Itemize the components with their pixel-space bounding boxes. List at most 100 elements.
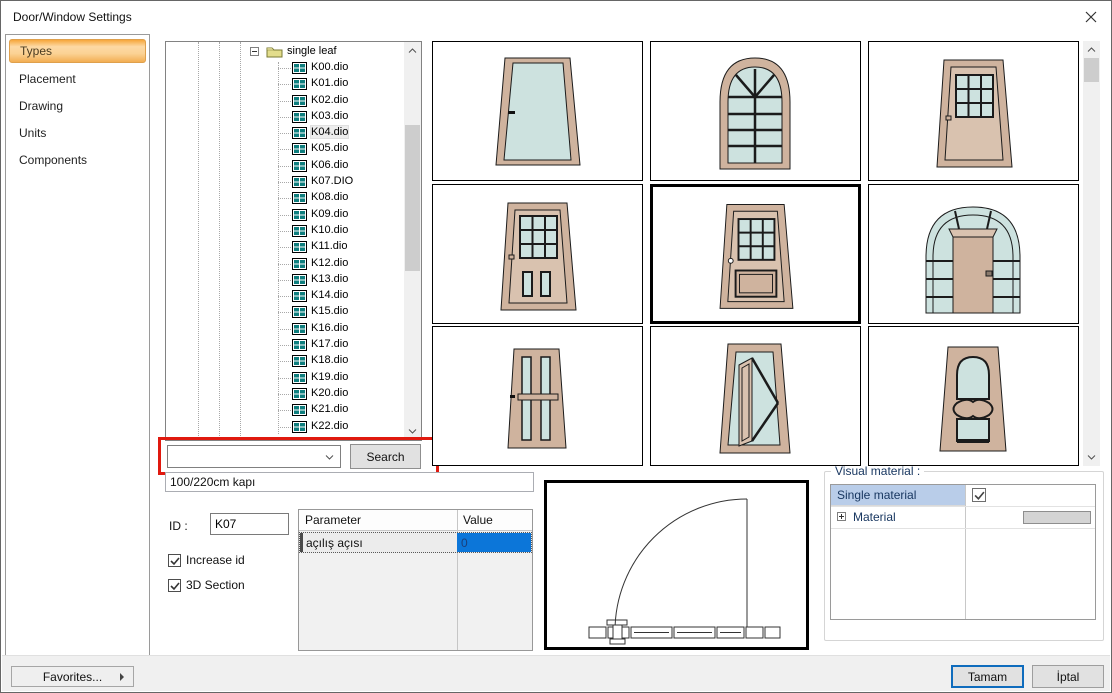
door-swing-plan-preview [544, 480, 809, 650]
dio-file-icon [292, 258, 307, 270]
sidebar-item-types[interactable]: Types [9, 39, 146, 63]
tree-connector [278, 101, 291, 102]
sidebar-item-drawing[interactable]: Drawing [6, 93, 149, 120]
sidebar-item-placement[interactable]: Placement [6, 66, 149, 93]
door-preview-cell-8[interactable] [868, 326, 1079, 466]
scroll-down-icon[interactable] [404, 423, 421, 440]
dialog-title: Door/Window Settings [13, 10, 132, 24]
tree-item[interactable]: K15.dio [166, 304, 404, 320]
nine-pane-door-bottom-panel [653, 187, 858, 321]
id-input[interactable] [210, 513, 289, 535]
tree-connector [278, 264, 291, 265]
dio-file-icon [292, 225, 307, 237]
increase-id-checkbox[interactable]: Increase id [168, 553, 245, 567]
tree-folder-label: single leaf [287, 45, 337, 57]
scrollbar-thumb[interactable] [1084, 58, 1099, 82]
dio-file-icon [292, 323, 307, 335]
checkbox-icon[interactable] [168, 579, 181, 592]
column-header-parameter: Parameter [305, 513, 361, 527]
sidebar-item-units[interactable]: Units [6, 120, 149, 147]
dio-file-icon [292, 241, 307, 253]
door-preview-cell-3[interactable] [432, 184, 643, 324]
scroll-up-icon[interactable] [1083, 41, 1100, 58]
tree-item[interactable]: K00.dio [166, 60, 404, 76]
dio-file-icon [292, 111, 307, 123]
tree-connector [278, 378, 291, 379]
door-preview-cell-2[interactable] [868, 41, 1079, 181]
tree-item[interactable]: K10.dio [166, 223, 404, 239]
checkbox-icon[interactable] [168, 554, 181, 567]
single-material-row[interactable]: Single material [831, 485, 965, 506]
door-preview-cell-5[interactable] [868, 184, 1079, 324]
tree-connector [278, 149, 291, 150]
tree-item[interactable]: K08.dio [166, 190, 404, 206]
dio-file-icon [292, 437, 307, 440]
tree-item[interactable]: K07.DIO [166, 174, 404, 190]
tree-folder-single-leaf[interactable]: single leaf [166, 44, 404, 60]
tree-item[interactable]: K02.dio [166, 93, 404, 109]
tree-connector [278, 247, 291, 248]
tree-connector [278, 329, 291, 330]
type-description: 100/220cm kapı [165, 472, 534, 492]
tree-item[interactable]: K19.dio [166, 370, 404, 386]
tree-item[interactable]: K03.dio [166, 109, 404, 125]
tree-item[interactable]: K06.dio [166, 158, 404, 174]
close-icon[interactable] [1081, 8, 1101, 26]
tree-item[interactable]: K01.dio [166, 76, 404, 92]
tree-item[interactable]: K18.dio [166, 353, 404, 369]
tree-item[interactable]: K16.dio [166, 321, 404, 337]
material-swatch-button[interactable] [1023, 511, 1091, 524]
tree-item[interactable]: K23.dio [166, 435, 404, 440]
door-preview-cell-1[interactable] [650, 41, 861, 181]
tree-item[interactable]: K05.dio [166, 141, 404, 157]
chevron-down-icon[interactable] [325, 455, 334, 460]
collapse-icon[interactable] [250, 47, 259, 56]
single-material-checkbox[interactable] [972, 488, 986, 502]
search-button[interactable]: Search [350, 444, 421, 469]
sidebar-item-components[interactable]: Components [6, 147, 149, 174]
door-swing-drawing [547, 483, 806, 647]
door-preview-cell-6[interactable] [432, 326, 643, 466]
3d-section-checkbox[interactable]: 3D Section [168, 578, 245, 592]
tree-item[interactable]: K22.dio [166, 419, 404, 435]
cancel-button[interactable]: İptal [1032, 665, 1104, 688]
favorites-button[interactable]: Favorites... [11, 666, 134, 687]
preview-scrollbar[interactable] [1083, 41, 1100, 466]
scroll-down-icon[interactable] [1083, 449, 1100, 466]
tree-item[interactable]: K20.dio [166, 386, 404, 402]
tree-item[interactable]: K12.dio [166, 256, 404, 272]
tree-item[interactable]: K17.dio [166, 337, 404, 353]
dio-file-icon [292, 388, 307, 400]
tree-item[interactable]: K09.dio [166, 207, 404, 223]
tree-connector [278, 166, 291, 167]
door-preview-cell-7[interactable] [650, 326, 861, 466]
scroll-up-icon[interactable] [404, 42, 421, 59]
dio-file-icon [292, 421, 307, 433]
material-row-label[interactable]: Material [853, 510, 896, 524]
scrollbar-thumb[interactable] [405, 125, 420, 271]
column-header-value: Value [463, 513, 493, 527]
ok-button[interactable]: Tamam [951, 665, 1024, 688]
door-preview-cell-4[interactable] [650, 184, 861, 324]
dio-file-icon [292, 95, 307, 107]
parameter-row[interactable]: açılış açısı 0 [299, 532, 532, 553]
dio-file-icon [292, 160, 307, 172]
parameter-value-cell[interactable]: 0 [457, 533, 531, 552]
arched-entry-with-sidelights [869, 185, 1078, 323]
tree-connector [278, 280, 291, 281]
tree-item[interactable]: K13.dio [166, 272, 404, 288]
dio-file-icon [292, 290, 307, 302]
visual-material-table: Single material Material [830, 484, 1096, 620]
tree-item[interactable]: K21.dio [166, 402, 404, 418]
arched-multi-pane-door [651, 42, 860, 180]
tree-item[interactable]: K11.dio [166, 239, 404, 255]
dio-file-icon [292, 355, 307, 367]
dio-file-icon [292, 62, 307, 74]
tree-item[interactable]: K14.dio [166, 288, 404, 304]
door-preview-cell-0[interactable] [432, 41, 643, 181]
double-strip-glazed-door [433, 327, 642, 465]
tree-scrollbar[interactable] [404, 42, 421, 440]
expand-icon[interactable] [837, 512, 846, 521]
tree-item[interactable]: K04.dio [166, 125, 404, 141]
search-combobox[interactable] [167, 445, 341, 468]
